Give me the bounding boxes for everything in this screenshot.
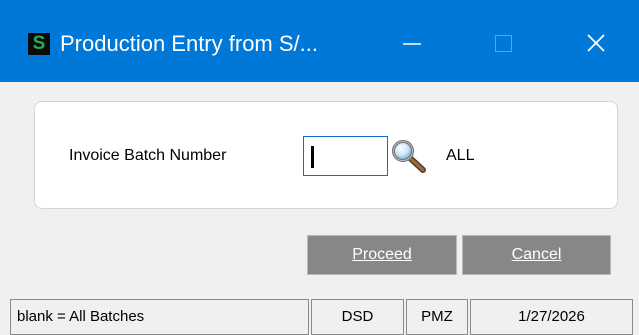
- text-caret: [311, 146, 314, 168]
- close-button[interactable]: [564, 24, 624, 64]
- cancel-button[interactable]: Cancel: [462, 235, 611, 275]
- status-company: DSD: [311, 299, 404, 335]
- lookup-button[interactable]: [390, 139, 428, 173]
- close-icon: [587, 34, 605, 52]
- dialog-window: S Production Entry from S/... Invoice Ba…: [0, 0, 639, 335]
- status-hint: blank = All Batches: [10, 299, 309, 335]
- status-user: PMZ: [406, 299, 468, 335]
- magnifier-icon: [392, 140, 426, 173]
- app-logo-icon: S: [28, 33, 50, 55]
- invoice-batch-label: Invoice Batch Number: [69, 147, 227, 164]
- minimize-icon: [403, 43, 421, 45]
- maximize-icon: [495, 35, 512, 52]
- status-date: 1/27/2026: [470, 299, 633, 335]
- proceed-button[interactable]: Proceed: [307, 235, 457, 275]
- maximize-button[interactable]: [472, 24, 532, 64]
- title-bar[interactable]: S Production Entry from S/...: [0, 0, 639, 82]
- minimize-button[interactable]: [382, 24, 442, 64]
- invoice-batch-input[interactable]: [303, 136, 388, 176]
- window-title: Production Entry from S/...: [60, 31, 318, 56]
- batch-all-display: ALL: [446, 147, 475, 164]
